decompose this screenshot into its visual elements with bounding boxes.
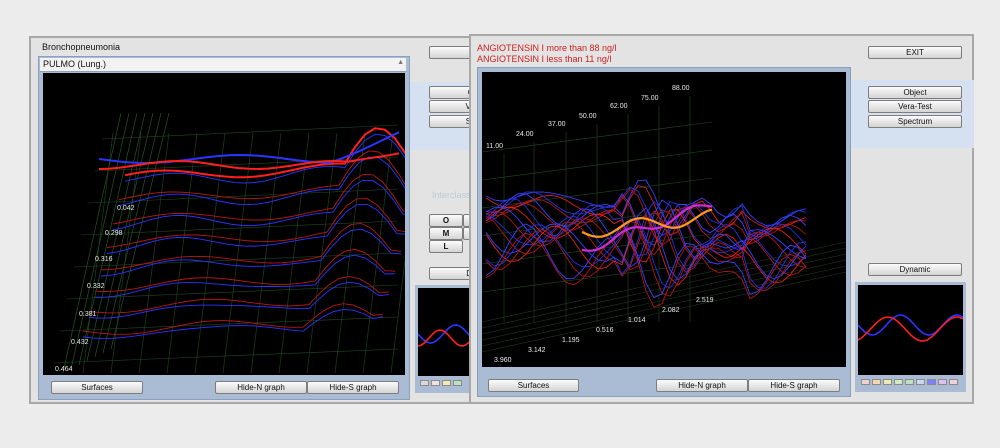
chip-2[interactable] <box>431 380 440 386</box>
bottom-label: 2.519 <box>696 297 714 304</box>
blue-surface-line <box>100 228 402 277</box>
bottom-label: 2.082 <box>662 307 680 314</box>
grid-line <box>306 132 338 374</box>
bottom-label: 1.195 <box>562 337 580 344</box>
exit-button[interactable]: EXIT <box>868 46 962 59</box>
red-surface-line <box>94 248 396 292</box>
left-panel-title: PULMO (Lung.) <box>43 59 107 69</box>
bottom-label: 0.516 <box>596 327 614 334</box>
left-graph-canvas[interactable]: 0.042 0.298 0.316 0.332 0.381 0.432 0.464 <box>43 73 405 375</box>
grid-line <box>94 112 154 358</box>
top-label: 75.00 <box>641 95 659 102</box>
rchip-7[interactable] <box>927 379 936 385</box>
right-surfaces-button[interactable]: Surfaces <box>488 379 579 392</box>
grid-line <box>101 124 399 140</box>
left-panel-title-bar: PULMO (Lung.) ▲ <box>40 58 406 72</box>
rchip-2[interactable] <box>872 379 881 385</box>
rchip-8[interactable] <box>938 379 947 385</box>
vera-test-button[interactable]: Vera-Test <box>868 100 962 113</box>
grid-line <box>86 112 146 362</box>
bottom-label: 1.014 <box>628 317 646 324</box>
spectrum-button[interactable]: Spectrum <box>868 115 962 128</box>
bottom-label: 3.142 <box>528 347 546 354</box>
grid-line <box>482 265 846 347</box>
scroll-up-icon[interactable]: ▲ <box>397 59 404 66</box>
top-label: 62.00 <box>610 103 628 110</box>
top-label: 11.00 <box>486 143 503 150</box>
left-window: Bronchopneumonia Interclass PULMO (Lung.… <box>29 36 491 404</box>
chip-4[interactable] <box>453 380 462 386</box>
rchip-1[interactable] <box>861 379 870 385</box>
object-button[interactable]: Object <box>868 86 962 99</box>
left-hide-n-graph-button[interactable]: Hide-N graph <box>215 381 307 394</box>
rchip-9[interactable] <box>949 379 958 385</box>
chip-3[interactable] <box>442 380 451 386</box>
red-surface-line <box>100 222 402 271</box>
left-hide-s-graph-button[interactable]: Hide-S graph <box>307 381 399 394</box>
alert-line-2: ANGIOTENSIN I less than 11 ng/l <box>477 54 612 64</box>
right-hide-n-graph-button[interactable]: Hide-N graph <box>656 379 748 392</box>
depth-label: 0.298 <box>105 230 123 237</box>
grid-line <box>362 132 394 374</box>
depth-label: 0.332 <box>87 283 105 290</box>
top-label: 50.00 <box>579 113 597 120</box>
right-thumbnail-canvas[interactable] <box>857 285 964 373</box>
alert-line-1: ANGIOTENSIN I more than 88 ng/l <box>477 43 617 53</box>
right-thumbnail-graph <box>857 314 964 342</box>
dynamic-button[interactable]: Dynamic <box>868 263 962 276</box>
rchip-6[interactable] <box>916 379 925 385</box>
grid-line <box>194 132 226 374</box>
rchip-3[interactable] <box>883 379 892 385</box>
left-plot-frame: PULMO (Lung.) ▲ 0.042 0.298 0.316 0.332 0.38… <box>38 56 410 400</box>
grid-line <box>70 112 130 370</box>
red-surface-line <box>82 303 384 335</box>
grid-line <box>78 112 138 366</box>
right-plot-frame: 11.00 24.00 37.00 50.00 62.00 75.00 88.00 3.960… <box>477 67 851 397</box>
right-window: ANGIOTENSIN I more than 88 ng/l ANGIOTEN… <box>469 34 974 404</box>
grid-line <box>334 132 366 374</box>
right-thumb-chips <box>858 375 963 389</box>
depth-label: 0.432 <box>71 339 89 346</box>
depth-label: 0.042 <box>117 205 135 212</box>
l-button[interactable]: L <box>429 240 463 253</box>
right-3d-surface-graph: 11.00 24.00 37.00 50.00 62.00 75.00 88.00 3.960… <box>482 85 846 364</box>
depth-label: 0.464 <box>55 366 73 373</box>
grid-line <box>482 259 846 341</box>
depth-label: 0.316 <box>95 256 113 263</box>
right-graph-canvas[interactable]: 11.00 24.00 37.00 50.00 62.00 75.00 88.00 3.960… <box>482 72 846 367</box>
right-thumbnail-frame <box>855 282 966 392</box>
rchip-5[interactable] <box>905 379 914 385</box>
grid-line <box>80 220 399 236</box>
depth-label: 0.381 <box>79 311 97 318</box>
left-surfaces-button[interactable]: Surfaces <box>51 381 143 394</box>
o-button[interactable]: O <box>429 214 463 227</box>
rchip-4[interactable] <box>894 379 903 385</box>
bottom-label: 3.960 <box>494 357 512 364</box>
grid-line <box>166 132 198 374</box>
left-3d-surface-graph: 0.042 0.298 0.316 0.332 0.381 0.432 0.464 <box>52 112 405 374</box>
left-faint-text: Interclass <box>432 190 471 200</box>
grid-line <box>59 316 399 332</box>
right-hide-s-graph-button[interactable]: Hide-S graph <box>748 379 840 392</box>
top-label: 24.00 <box>516 131 534 138</box>
chip-1[interactable] <box>420 380 429 386</box>
top-label: 37.00 <box>548 121 566 128</box>
left-window-title: Bronchopneumonia <box>42 42 121 52</box>
red-surface-line <box>88 275 390 314</box>
top-label: 88.00 <box>672 85 690 92</box>
m-button[interactable]: M <box>429 227 463 240</box>
